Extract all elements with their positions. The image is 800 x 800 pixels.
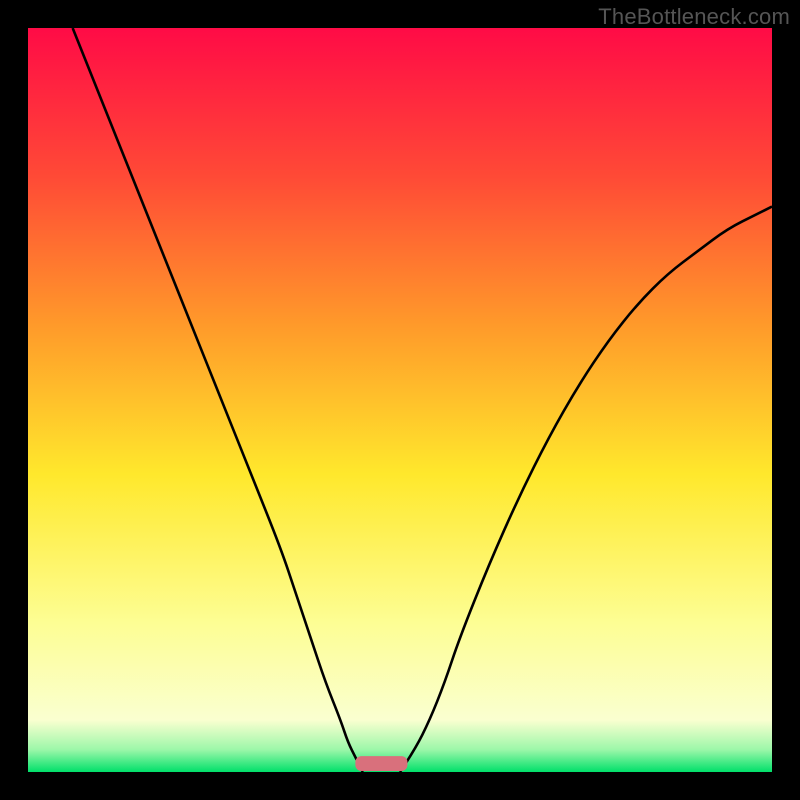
chart-frame: TheBottleneck.com <box>0 0 800 800</box>
plot-area <box>28 28 772 772</box>
bottleneck-marker <box>355 756 407 771</box>
watermark-text: TheBottleneck.com <box>598 4 790 30</box>
chart-svg <box>28 28 772 772</box>
gradient-background <box>28 28 772 772</box>
